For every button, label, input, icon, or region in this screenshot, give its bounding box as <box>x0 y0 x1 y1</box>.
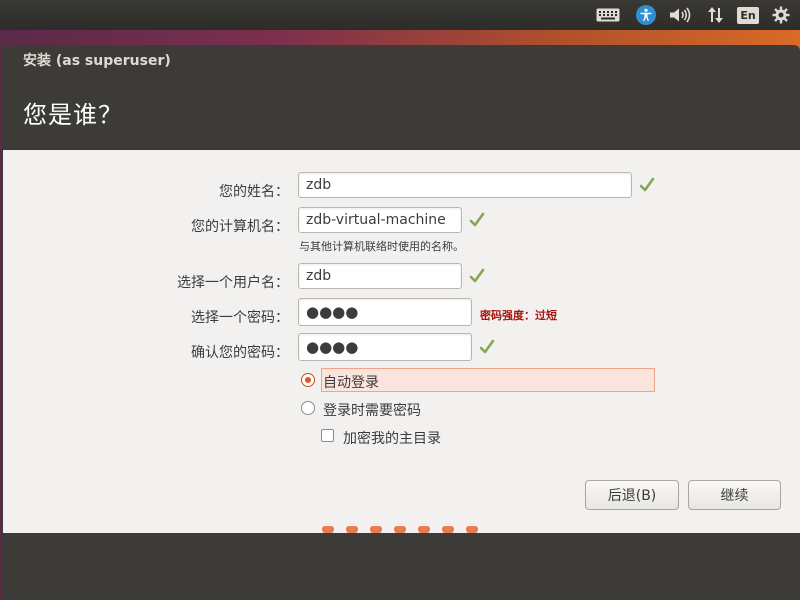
settings-icon[interactable] <box>764 0 798 30</box>
progress-dot <box>466 526 478 533</box>
installer-window: 安装 (as superuser) 您是谁？ 您的姓名： zdb 您的计算机名：… <box>1 45 800 600</box>
progress-dot <box>370 526 382 533</box>
language-label: En <box>737 6 759 24</box>
password-value: ●●●● <box>306 303 359 321</box>
form-panel: 您的姓名： zdb 您的计算机名： zdb-virtual-machine 与其… <box>3 150 800 533</box>
progress-dot <box>322 526 334 533</box>
computer-label: 您的计算机名： <box>191 219 289 235</box>
require-password-label[interactable]: 登录时需要密码 <box>323 400 421 420</box>
progress-dot <box>394 526 406 533</box>
progress-dot <box>346 526 358 533</box>
continue-button[interactable]: 继续 <box>688 480 781 510</box>
computer-name-input[interactable]: zdb-virtual-machine <box>298 207 462 233</box>
desktop: En 安装 (as superuser) 您是谁？ 您的姓名： zdb 您的计算… <box>0 0 800 600</box>
name-input[interactable]: zdb <box>298 172 632 198</box>
accessibility-icon[interactable] <box>630 0 662 30</box>
name-label: 您的姓名： <box>219 184 289 200</box>
confirm-password-label: 确认您的密码： <box>191 345 289 361</box>
username-valid-check-icon <box>469 268 485 283</box>
encrypt-home-checkbox[interactable] <box>321 429 334 442</box>
name-value: zdb <box>306 177 332 193</box>
computer-valid-check-icon <box>469 212 485 227</box>
encrypt-home-label[interactable]: 加密我的主目录 <box>343 428 441 448</box>
name-valid-check-icon <box>639 177 655 192</box>
bottom-bar <box>1 533 800 600</box>
back-button[interactable]: 后退(B) <box>585 480 679 510</box>
computer-name-hint: 与其他计算机联络时使用的名称。 <box>299 240 464 253</box>
page-title: 您是谁？ <box>23 101 123 129</box>
password-label: 选择一个密码： <box>191 310 289 326</box>
progress-indicator <box>322 526 478 533</box>
language-indicator[interactable]: En <box>732 0 764 30</box>
network-icon[interactable] <box>698 0 732 30</box>
username-input[interactable]: zdb <box>298 263 462 289</box>
require-password-radio[interactable] <box>301 401 315 415</box>
auto-login-radio[interactable] <box>301 373 315 387</box>
window-title: 安装 (as superuser) <box>23 53 171 69</box>
keyboard-icon[interactable] <box>586 0 630 30</box>
computer-name-value: zdb-virtual-machine <box>306 212 446 228</box>
progress-dot <box>418 526 430 533</box>
username-value: zdb <box>306 268 332 284</box>
confirm-password-input[interactable]: ●●●● <box>298 333 472 361</box>
top-panel: En <box>0 0 800 30</box>
sound-icon[interactable] <box>662 0 698 30</box>
progress-dot <box>442 526 454 533</box>
confirm-valid-check-icon <box>479 339 495 354</box>
password-input[interactable]: ●●●● <box>298 298 472 326</box>
confirm-password-value: ●●●● <box>306 338 359 356</box>
password-strength: 密码强度：过短 <box>480 309 557 322</box>
username-label: 选择一个用户名： <box>177 275 289 291</box>
auto-login-label[interactable]: 自动登录 <box>323 372 379 392</box>
